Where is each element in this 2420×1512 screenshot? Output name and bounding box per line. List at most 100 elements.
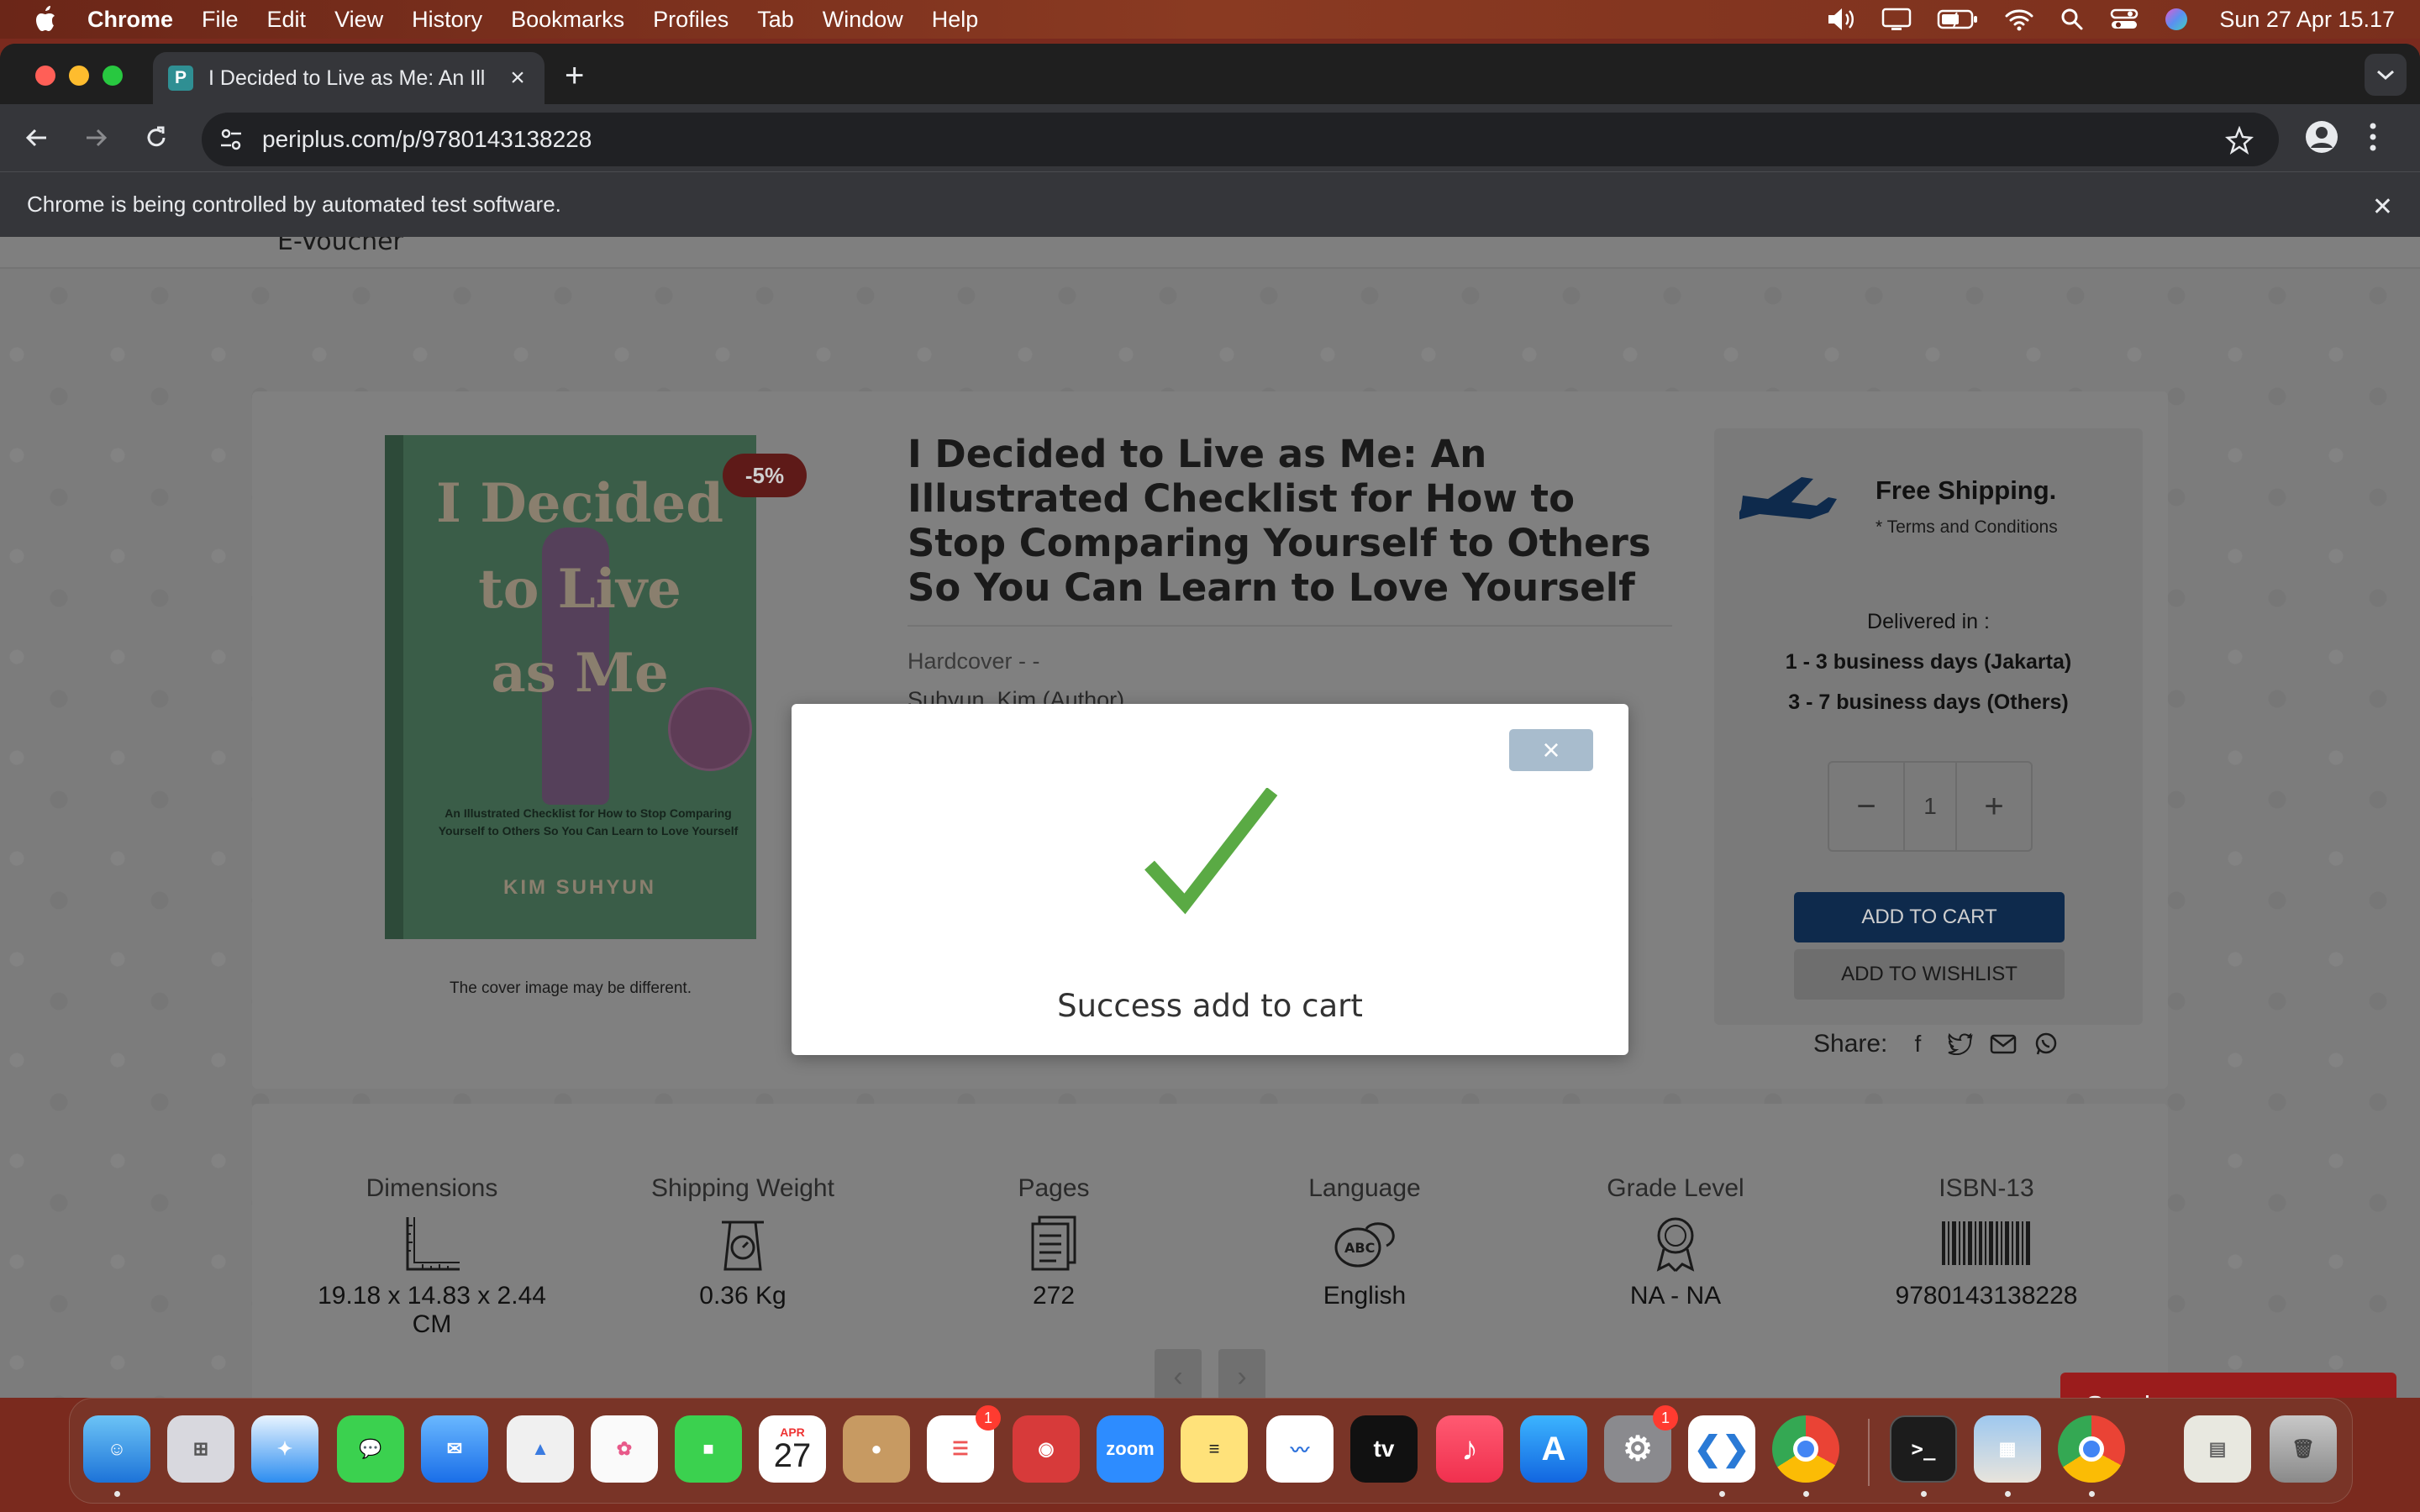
vscode-running-dot	[1719, 1491, 1725, 1497]
back-arrow-icon	[25, 129, 46, 147]
add-to-wishlist-button[interactable]: ADD TO WISHLIST	[1794, 949, 2065, 1000]
tab-strip: P I Decided to Live as Me: An Ill × +	[0, 44, 2420, 104]
specs-prev-button[interactable]: ‹	[1155, 1349, 1202, 1398]
chrome-app-icon[interactable]	[2058, 1415, 2125, 1483]
music-icon[interactable]: ♪	[1436, 1415, 1503, 1483]
spec-grade-level-label: Grade Level	[1607, 1174, 1744, 1202]
launchpad-icon[interactable]: ⊞	[167, 1415, 234, 1483]
facetime-icon[interactable]: ■	[675, 1415, 742, 1483]
facebook-icon[interactable]: f	[1904, 1031, 1931, 1058]
finder-icon[interactable]: ☺	[83, 1415, 150, 1483]
chrome-icon[interactable]	[1772, 1415, 1839, 1483]
chrome-window: P I Decided to Live as Me: An Ill × + pe…	[0, 44, 2420, 1398]
control-center-icon[interactable]	[2110, 7, 2139, 32]
tab-search-button[interactable]	[2365, 54, 2407, 96]
reload-button[interactable]	[139, 121, 173, 155]
browser-toolbar: periplus.com/p/9780143138228	[0, 104, 2420, 171]
cover-author: KIM SUHYUN	[502, 876, 656, 899]
quantity-decrease-button[interactable]: −	[1829, 763, 1905, 850]
trash-icon[interactable]: 🗑	[2270, 1415, 2337, 1483]
pages-icon	[1031, 1215, 1076, 1271]
title-divider	[908, 625, 1672, 627]
site-settings-icon[interactable]	[218, 127, 244, 152]
mail-icon[interactable]: ✉	[421, 1415, 488, 1483]
spec-weight-label: Shipping Weight	[651, 1174, 834, 1202]
modal-message: Success add to cart	[1057, 988, 1363, 1024]
terminal-icon[interactable]: >_	[1890, 1415, 1957, 1483]
menu-file[interactable]: File	[202, 7, 239, 33]
infobar-close-icon[interactable]: ✕	[2372, 192, 2393, 222]
preview-running-dot	[2005, 1491, 2011, 1497]
safari-icon[interactable]: ✦	[251, 1415, 318, 1483]
bookmark-star-icon[interactable]	[2225, 126, 2254, 155]
cover-disclaimer: The cover image may be different.	[450, 979, 692, 997]
url-text[interactable]: periplus.com/p/9780143138228	[262, 126, 592, 153]
airplane-icon	[1739, 477, 1837, 520]
browser-tab-active[interactable]: P I Decided to Live as Me: An Ill ×	[153, 52, 544, 104]
tab-close-icon[interactable]: ×	[506, 64, 529, 92]
more-menu-icon[interactable]	[2368, 119, 2378, 155]
spec-pages-value: 272	[1032, 1282, 1076, 1310]
menu-profiles[interactable]: Profiles	[653, 7, 729, 33]
documents-stack-icon[interactable]: ▤	[2184, 1415, 2251, 1483]
apple-tv-icon[interactable]: tv	[1350, 1415, 1418, 1483]
vscode-icon[interactable]: ❮❯	[1688, 1415, 1755, 1483]
quantity-increase-button[interactable]: +	[1955, 763, 2031, 850]
spec-language-label: Language	[1308, 1174, 1421, 1202]
freeform-icon[interactable]: 〰	[1266, 1415, 1334, 1483]
photo-booth-icon[interactable]: ◉	[1013, 1415, 1080, 1483]
calendar-icon[interactable]: APR 27	[759, 1415, 826, 1483]
book-cover-image: I Decided to Live as Me An Illustrated C…	[385, 435, 756, 939]
spotlight-icon[interactable]	[2060, 7, 2085, 32]
finder-running-dot	[114, 1491, 120, 1497]
notes-icon[interactable]: ≡	[1181, 1415, 1248, 1483]
menu-help[interactable]: Help	[932, 7, 979, 33]
contacts-icon[interactable]: ●	[843, 1415, 910, 1483]
menu-window[interactable]: Window	[823, 7, 903, 33]
delivery-others: 3 - 7 business days (Others)	[1788, 690, 2069, 714]
quantity-stepper: − 1 +	[1828, 761, 2033, 852]
preview-icon[interactable]: ▦	[1974, 1415, 2041, 1483]
specs-next-button[interactable]: ›	[1218, 1349, 1265, 1398]
photos-icon[interactable]: ✿	[591, 1415, 658, 1483]
maps-icon[interactable]: ▲	[507, 1415, 574, 1483]
new-tab-button[interactable]: +	[565, 59, 584, 92]
add-to-cart-button[interactable]: ADD TO CART	[1794, 892, 2065, 942]
twitter-icon[interactable]	[1948, 1033, 1974, 1055]
terms-link[interactable]: * Terms and Conditions	[1876, 517, 2058, 538]
address-bar[interactable]: periplus.com/p/9780143138228	[202, 113, 2279, 166]
volume-icon[interactable]	[1826, 7, 1856, 32]
siri-icon[interactable]	[2164, 7, 2189, 32]
zoom-icon[interactable]: zoom	[1097, 1415, 1164, 1483]
terminal-running-dot	[1921, 1491, 1927, 1497]
window-close-button[interactable]	[35, 66, 55, 86]
menu-view[interactable]: View	[334, 7, 383, 33]
wifi-icon[interactable]	[2004, 7, 2034, 32]
window-maximize-button[interactable]	[103, 66, 123, 86]
send-message-button[interactable]: Send message	[2060, 1373, 2396, 1398]
email-icon[interactable]	[1990, 1033, 2017, 1055]
spec-grade-level: Grade Level NA - NA	[1541, 1174, 1810, 1310]
battery-icon[interactable]	[1937, 8, 1979, 31]
menu-history[interactable]: History	[412, 7, 482, 33]
window-minimize-button[interactable]	[69, 66, 89, 86]
menu-bookmarks[interactable]: Bookmarks	[511, 7, 624, 33]
quantity-input[interactable]: 1	[1905, 763, 1955, 850]
scale-icon	[722, 1221, 764, 1271]
display-icon[interactable]	[1881, 7, 1912, 32]
profile-avatar-icon[interactable]	[2304, 119, 2339, 155]
app-store-icon[interactable]: A	[1520, 1415, 1587, 1483]
menu-tab[interactable]: Tab	[757, 7, 794, 33]
menubar-clock[interactable]: Sun 27 Apr 15.17	[2219, 7, 2395, 33]
shipping-panel: Free Shipping. * Terms and Conditions De…	[1714, 428, 2143, 1025]
apple-icon[interactable]	[32, 5, 57, 34]
cover-bestseller-seal	[668, 687, 752, 771]
back-button[interactable]	[20, 121, 54, 155]
forward-button[interactable]	[79, 121, 113, 155]
menu-app-chrome[interactable]: Chrome	[87, 7, 173, 33]
whatsapp-icon[interactable]	[2033, 1032, 2059, 1057]
menu-edit[interactable]: Edit	[267, 7, 307, 33]
messages-icon[interactable]: 💬	[337, 1415, 404, 1483]
modal-close-button[interactable]: ×	[1509, 729, 1593, 771]
evoucher-link[interactable]: E-Voucher	[277, 237, 403, 256]
